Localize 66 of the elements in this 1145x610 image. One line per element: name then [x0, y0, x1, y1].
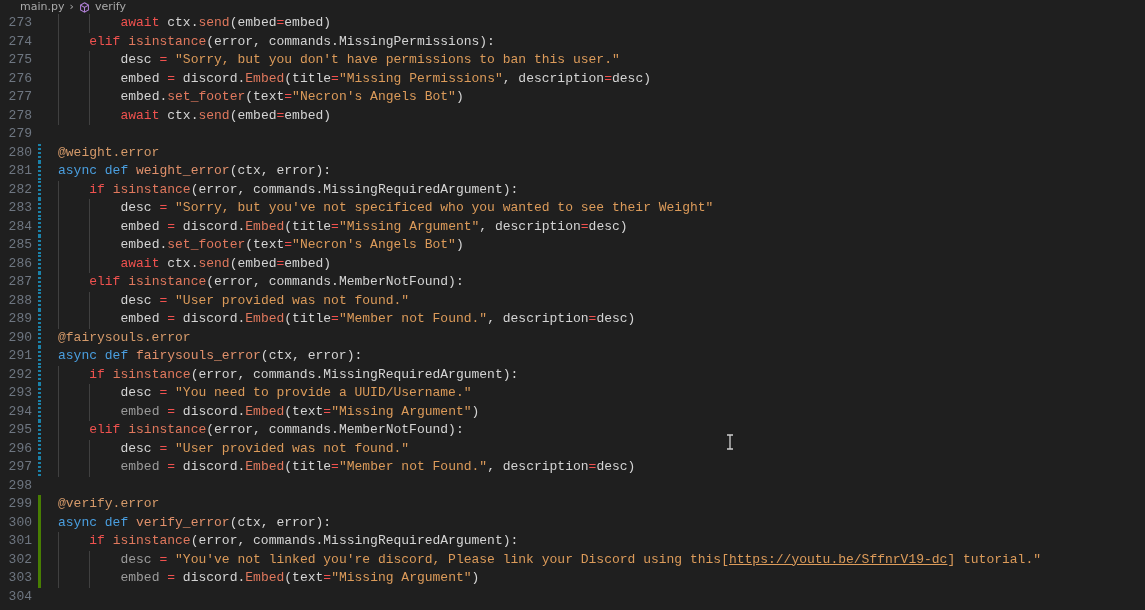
line-number: 304: [7, 587, 32, 606]
text-cursor-icon: [726, 434, 734, 450]
line-number: 288: [7, 291, 32, 310]
line-number: 282: [7, 180, 32, 199]
line-number: 303: [7, 569, 32, 587]
line-number: 297: [7, 458, 32, 476]
code-line: @fairysouls.error: [58, 328, 191, 347]
code-line: @verify.error: [58, 495, 160, 513]
code-line: async def weight_error(ctx, error):: [58, 162, 332, 180]
cube-icon: [78, 1, 90, 13]
line-number: 298: [7, 476, 32, 495]
code-line: if isinstance(error, commands.MissingRequiredArgument):: [89, 532, 519, 550]
line-number: 281: [7, 162, 32, 180]
code-line: async def verify_error(ctx, error):: [58, 513, 332, 532]
code-line: elif isinstance(error, commands.MemberNotFound):: [89, 421, 464, 439]
code-line: desc = "User provided was not found.": [120, 439, 410, 458]
code-line: embed = discord.Embed(title="Member not Found.", description=desc): [120, 458, 636, 476]
code-line: elif isinstance(error, commands.MemberNotFound):: [89, 273, 464, 291]
code-line: @weight.error: [58, 143, 160, 162]
breadcrumb-separator: ›: [69, 0, 74, 14]
line-number: 274: [7, 32, 32, 51]
line-number: 283: [7, 199, 32, 217]
code-line: desc = "You've not linked you're discord, Please link your Discord using this[https://youtu.be/SffnrV19-dc] tutorial.": [120, 550, 1042, 569]
code-line: embed = discord.Embed(title="Missing Argument", description=desc): [120, 217, 628, 236]
line-number: 273: [7, 14, 32, 32]
line-number: 286: [7, 254, 32, 273]
code-line: elif isinstance(error, commands.MissingPermissions):: [89, 32, 495, 51]
line-number: 294: [7, 402, 32, 421]
code-line: async def fairysouls_error(ctx, error):: [58, 347, 363, 365]
code-line: await ctx.send(embed=embed): [120, 254, 332, 273]
line-number: 280: [7, 143, 32, 162]
line-number: 300: [7, 513, 32, 532]
line-number: 276: [7, 69, 32, 88]
code-line: embed.set_footer(text="Necron's Angels Bot"): [120, 88, 464, 106]
line-number: 302: [7, 550, 32, 569]
line-number: 296: [7, 439, 32, 458]
code-line: await ctx.send(embed=embed): [120, 106, 332, 125]
code-line: embed = discord.Embed(text="Missing Argument"): [120, 569, 480, 587]
code-line: desc = "Sorry, but you've not specificed who you wanted to see their Weight": [120, 199, 714, 217]
code-line: embed.set_footer(text="Necron's Angels Bot"): [120, 236, 464, 254]
code-line: await ctx.send(embed=embed): [120, 14, 332, 32]
code-line: if isinstance(error, commands.MissingRequiredArgument):: [89, 180, 519, 199]
line-number: 275: [7, 51, 32, 69]
line-number: 285: [7, 236, 32, 254]
line-number: 277: [7, 88, 32, 106]
line-number: 279: [7, 125, 32, 143]
line-number: 290: [7, 328, 32, 347]
line-number: 301: [7, 532, 32, 550]
code-line: desc = "Sorry, but you don't have permissions to ban this user.": [120, 51, 620, 69]
line-number: 278: [7, 106, 32, 125]
code-line: desc = "User provided was not found.": [120, 291, 410, 310]
line-number: 289: [7, 310, 32, 328]
line-number: 284: [7, 217, 32, 236]
line-number: 293: [7, 384, 32, 402]
breadcrumb-symbol[interactable]: verify: [94, 0, 126, 14]
line-number: 295: [7, 421, 32, 439]
line-number: 287: [7, 273, 32, 291]
code-line: embed = discord.Embed(title="Missing Permissions", description=desc): [120, 69, 651, 88]
breadcrumb-file[interactable]: main.py: [20, 0, 65, 14]
code-line: embed = discord.Embed(text="Missing Argument"): [120, 402, 480, 421]
line-number: 292: [7, 365, 32, 384]
code-line: embed = discord.Embed(title="Member not Found.", description=desc): [120, 310, 636, 328]
line-number: 299: [7, 495, 32, 513]
code-line: if isinstance(error, commands.MissingRequiredArgument):: [89, 365, 519, 384]
line-number: 291: [7, 347, 32, 365]
code-line: desc = "You need to provide a UUID/Username.": [120, 384, 472, 402]
